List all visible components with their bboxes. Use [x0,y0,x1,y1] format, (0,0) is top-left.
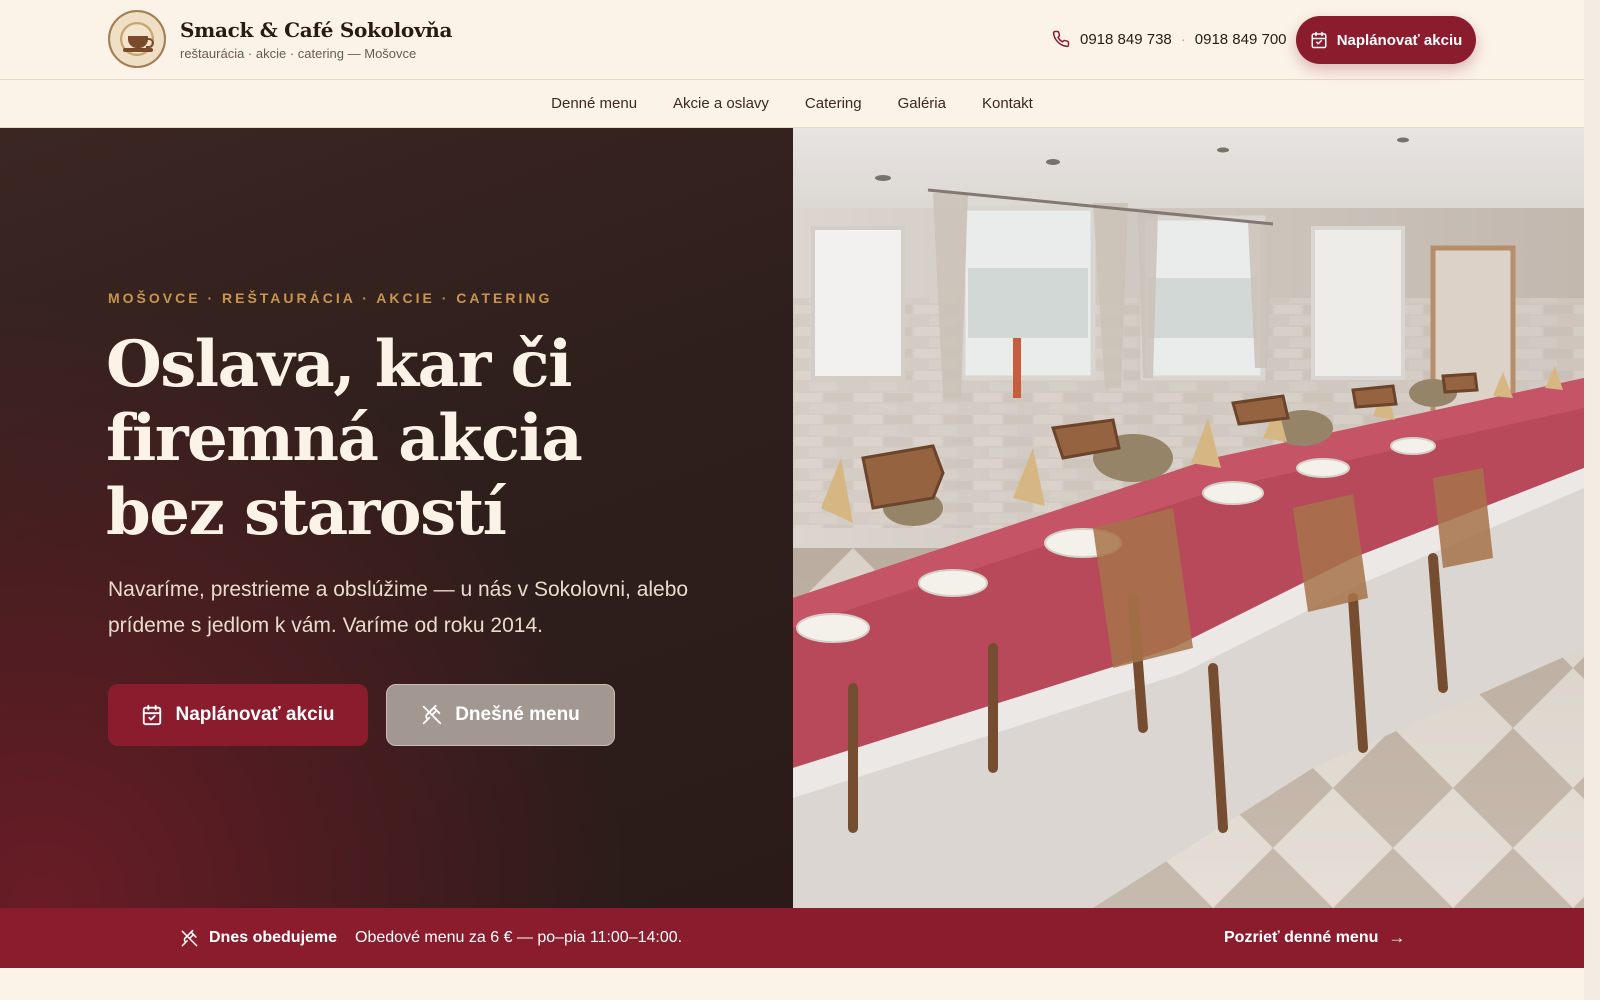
calendar-icon [143,704,162,726]
banquet-hall-image [793,128,1584,908]
cutlery-icon [181,929,198,946]
hero-eyebrow: MOŠOVCE · REŠTAURÁCIA · AKCIE · CATERING [108,290,553,306]
today-menu-button-label: Dnešné menu [455,704,580,725]
saucer-shape [123,48,153,52]
cutlery-icon [423,704,442,725]
nav-item-contact[interactable]: Kontakt [982,95,1033,112]
phone-link-2[interactable]: 0918 849 700 [1195,31,1287,48]
hero-title-line-2: firemná akcia [106,401,583,476]
plan-event-header-label: Naplánovať akciu [1336,31,1463,49]
hero-description: Navaríme, prestrieme a obslúžime — u nás… [108,578,689,637]
nav-item-events[interactable]: Akcie a oslavy [673,95,769,112]
arrow-right-icon: → [1388,928,1406,947]
brand-tagline: reštaurácia · akcie · catering — Mošovce [180,45,417,61]
hero-section: MOŠOVCE · REŠTAURÁCIA · AKCIE · CATERING… [0,128,793,908]
plan-event-button-label: Naplánovať akciu [175,704,335,725]
coffee-cup-icon [128,36,154,48]
brand-name: Smack & Café Sokolovňa [180,17,453,42]
banner-text: Obedové menu za 6 € — po–pia 11:00–14:00… [355,929,683,946]
hero-title-line-3: bez starostí [106,475,507,550]
banner-info: Dnes obedujeme Obedové menu za 6 € — po–… [180,929,682,948]
logo [108,10,166,68]
today-menu-button[interactable]: Dnešné menu [386,684,615,746]
daily-menu-banner: Dnes obedujeme Obedové menu za 6 € — po–… [0,908,1584,968]
phone-separator: · [1180,30,1186,48]
nav-item-daily-menu[interactable]: Denné menu [551,95,637,112]
view-daily-menu-label: Pozrieť denné menu [1224,929,1379,946]
hero-title: Oslava, kar či firemná akcia bez starost… [106,328,746,550]
scrollbar[interactable] [1584,0,1600,1000]
brand[interactable]: Smack & Café Sokolovňa reštaurácia · akc… [108,10,453,68]
banner-title: Dnes obedujeme [209,929,338,946]
view-daily-menu-link[interactable]: Pozrieť denné menu → [1224,928,1405,948]
nav-item-catering[interactable]: Catering [805,95,862,112]
hero-title-line-1: Oslava, kar či [106,327,572,402]
main-nav: Denné menu Akcie a oslavy Catering Galér… [0,80,1584,128]
hero-photo-banquet-hall [793,128,1584,908]
nav-item-gallery[interactable]: Galéria [898,95,946,112]
brand-text: Smack & Café Sokolovňa reštaurácia · akc… [180,17,453,61]
contact-phones: 0918 849 738 · 0918 849 700 [1052,30,1287,48]
phone-icon [1052,30,1070,48]
plan-event-button[interactable]: Naplánovať akciu [108,684,368,746]
site-header: Smack & Café Sokolovňa reštaurácia · akc… [0,0,1584,80]
phone-link-1[interactable]: 0918 849 738 [1080,31,1172,48]
plan-event-header-button[interactable]: Naplánovať akciu [1296,16,1476,64]
calendar-icon [1311,31,1327,49]
